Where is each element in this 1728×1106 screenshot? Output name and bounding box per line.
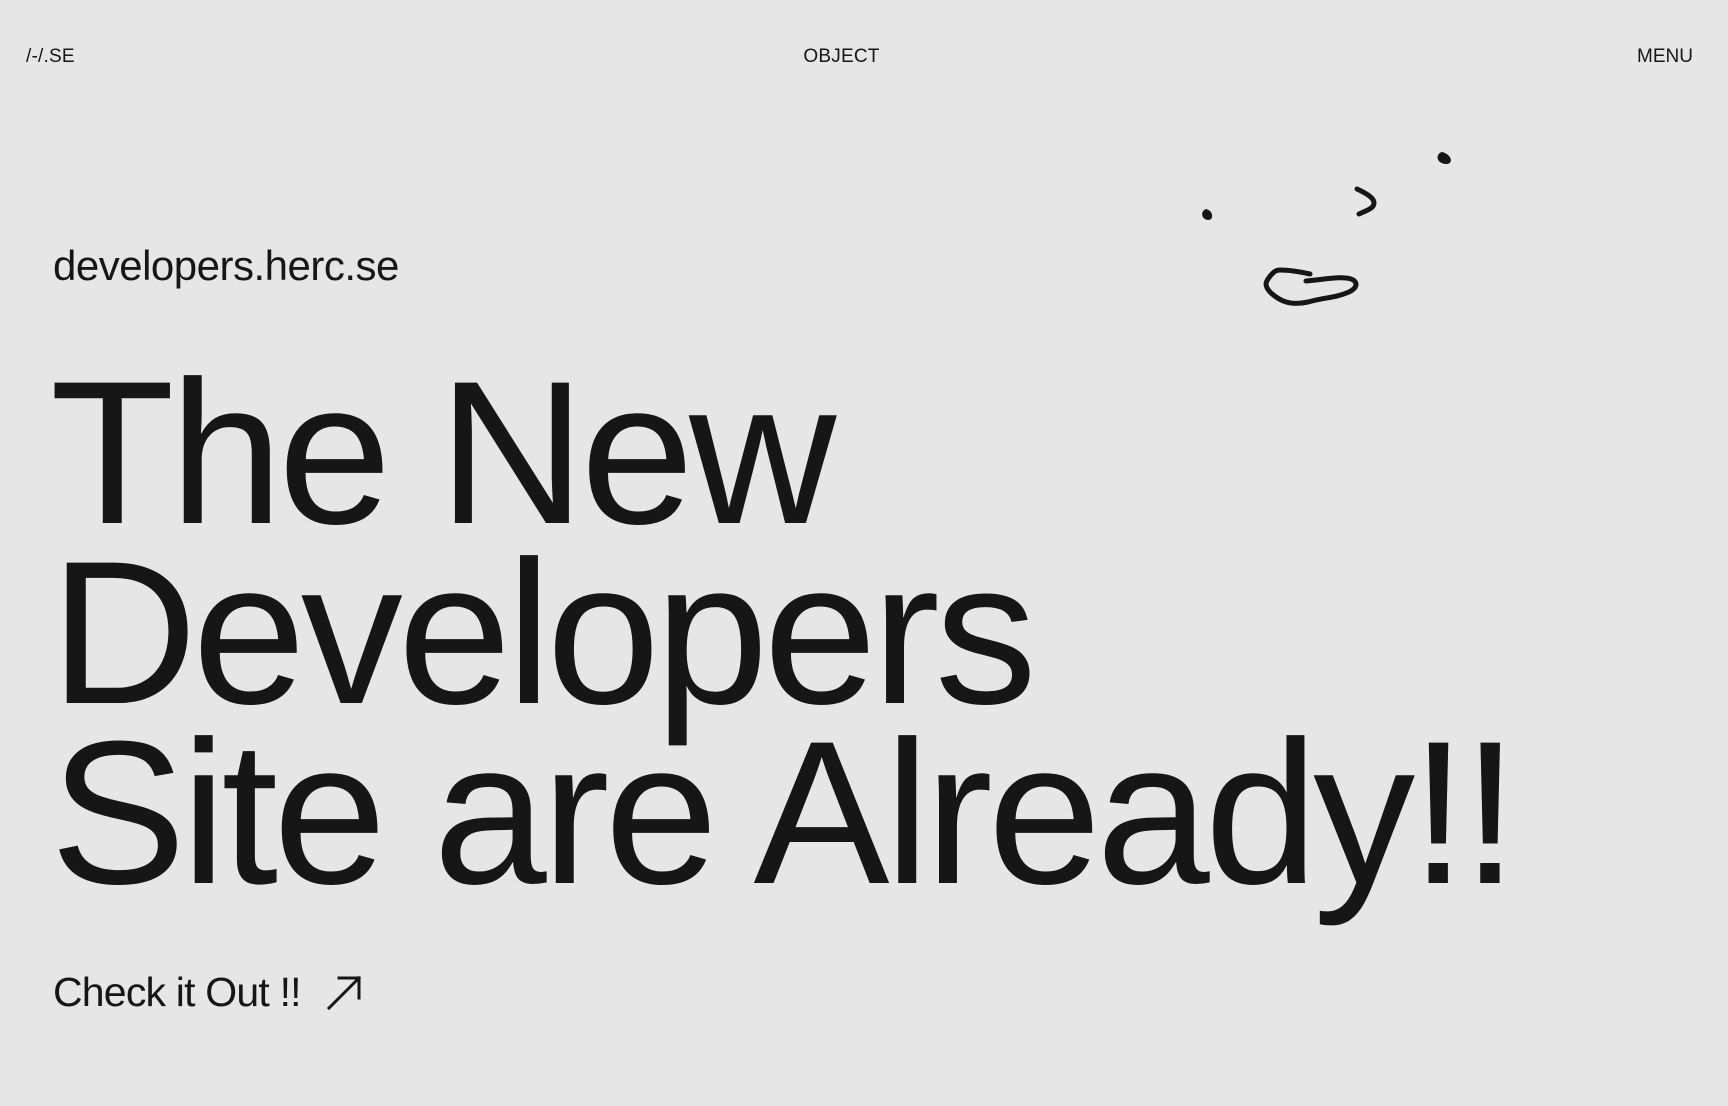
hero-title-line-2: Developers [50,519,1037,747]
brand-logo[interactable]: /-/.SE [26,46,75,68]
check-it-out-link[interactable]: Check it Out !! [53,972,363,1013]
hero-title-line-1: The New [50,339,836,567]
hero-title: The New Developers Site are Already!! [50,339,1690,927]
object-link[interactable]: OBJECT [803,46,879,68]
cta-label: Check it Out !! [53,969,302,1015]
face-doodle-icon [1202,152,1451,306]
site-url: developers.herc.se [53,242,399,289]
hero-title-line-3: Site are Already!! [50,699,1519,927]
arrow-up-right-icon [326,975,361,1010]
top-navigation: /-/.SE OBJECT MENU [26,46,1693,74]
menu-button[interactable]: MENU [1637,46,1693,68]
